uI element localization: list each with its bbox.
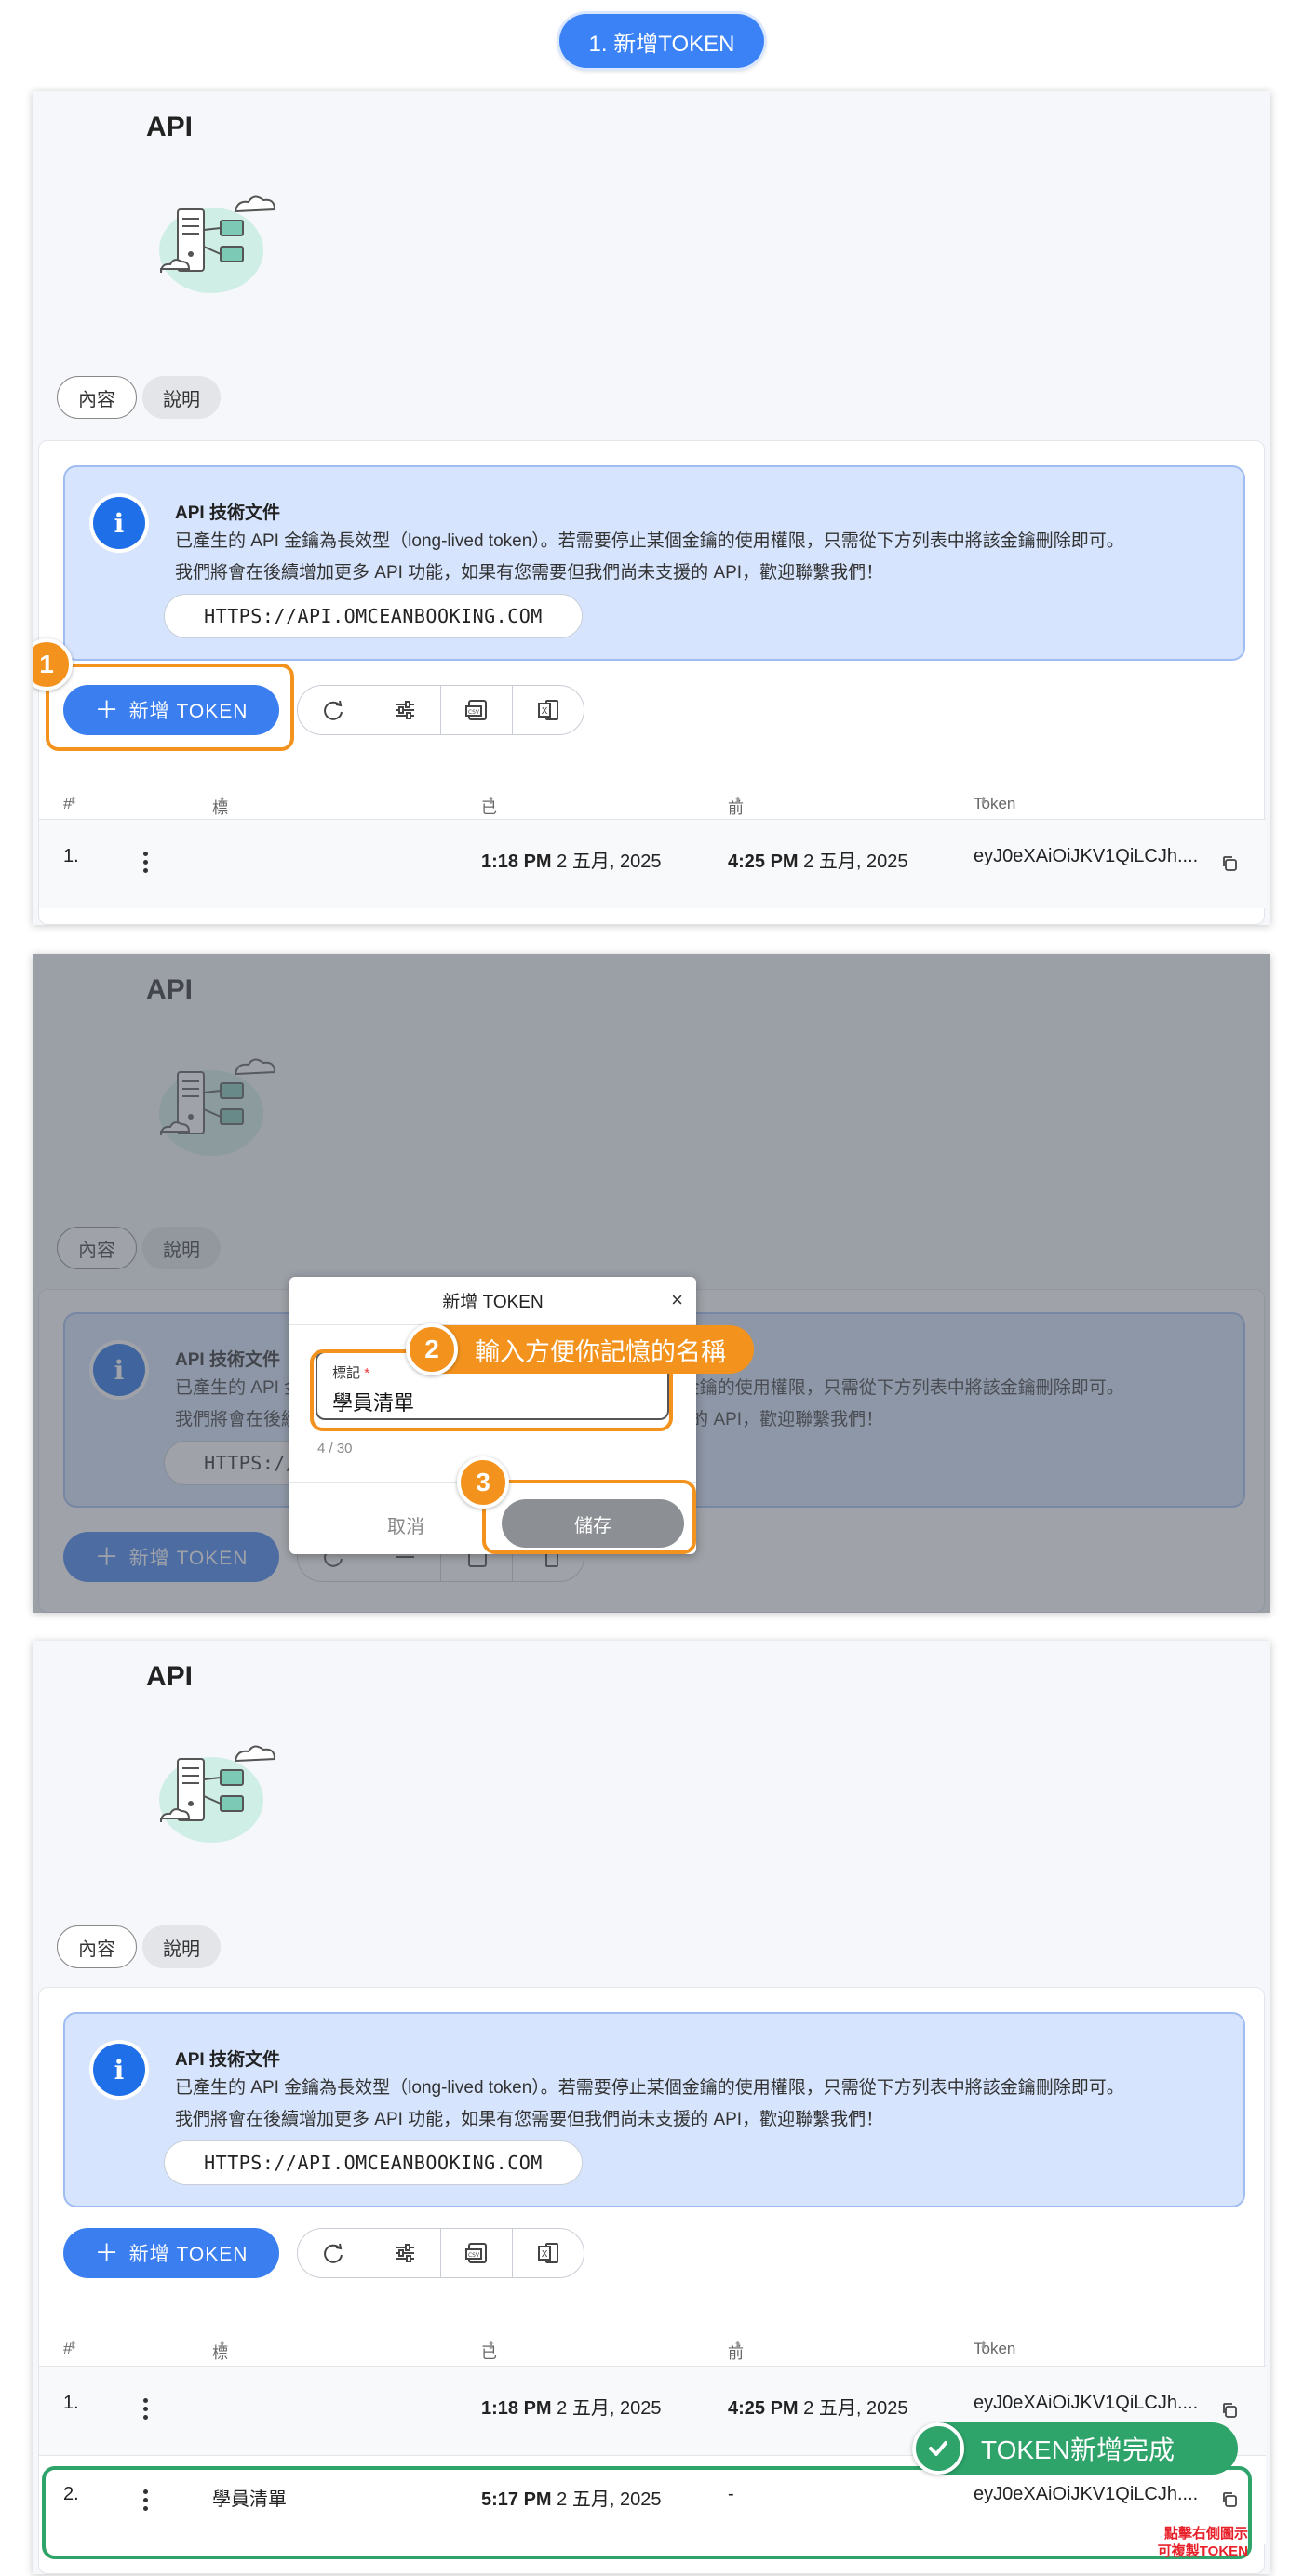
page-title: API: [146, 1661, 194, 1692]
copy-icon[interactable]: [1221, 2402, 1238, 2419]
tab-bar: 內容 說明: [57, 376, 221, 419]
close-icon[interactable]: ×: [671, 1288, 683, 1312]
page-title: API: [146, 112, 194, 142]
refresh-icon: [324, 700, 343, 720]
dialog-header: 新增 TOKEN ×: [289, 1277, 696, 1325]
info-text-line-1: 已產生的 API 金鑰為長效型（long-lived token）。若需要停止某…: [175, 2078, 1124, 2098]
info-text-line-1: 已產生的 API 金鑰為長效型（long-lived token）。若需要停止某…: [175, 531, 1124, 551]
token-created-text: TOKEN新增完成: [981, 2435, 1175, 2464]
row-num: 1.: [63, 2393, 79, 2413]
row-menu-icon[interactable]: [143, 852, 149, 877]
step-1-badge: 1: [33, 638, 73, 691]
toolbar-group: CSV X: [297, 2228, 584, 2278]
svg-text:CSV: CSV: [468, 709, 480, 716]
step-2-text: 輸入方便你記憶的名稱: [475, 1337, 726, 1366]
token-created-callout: TOKEN新增完成: [912, 2422, 1238, 2475]
row-last-used: 4:25 PM 2 五月, 2025: [728, 852, 908, 872]
excel-export-icon: X: [538, 2243, 558, 2263]
panel-step-2: API 內容 說明 i API 技術文件 已產生的 API 金鑰為長效型（lon…: [33, 954, 1270, 1613]
info-icon: i: [93, 2044, 145, 2096]
api-server-illustration: [159, 195, 276, 293]
step-2-badge: 2: [406, 1323, 458, 1375]
plus-icon: ＋: [94, 2239, 120, 2267]
copy-hint-note: 點擊右側圖示 可複製TOKEN: [1157, 2526, 1248, 2559]
csv-export-button[interactable]: CSV: [440, 2229, 512, 2277]
step-3-highlight: [482, 1480, 696, 1554]
copy-icon[interactable]: [1221, 855, 1238, 872]
step-title-pill: 1. 新增TOKEN: [559, 14, 764, 68]
add-token-label: 新增 TOKEN: [128, 2244, 249, 2265]
table-row: 1. 1:18 PM 2 五月, 2025 4:25 PM 2 五月, 2025…: [39, 819, 1266, 908]
add-token-button[interactable]: ＋ 新增 TOKEN: [63, 2228, 279, 2278]
row-created: 1:18 PM 2 五月, 2025: [481, 852, 662, 872]
panel-step-1: API 內容 說明 i API 技術文件 已產生的 API 金鑰為長效型（lon…: [33, 91, 1270, 925]
csv-export-icon: CSV: [465, 700, 487, 720]
row-created: 1:18 PM 2 五月, 2025: [481, 2398, 662, 2419]
row-menu-icon[interactable]: [143, 2398, 149, 2423]
svg-text:CSV: CSV: [468, 2252, 480, 2259]
check-icon: [912, 2422, 964, 2475]
info-box: i API 技術文件 已產生的 API 金鑰為長效型（long-lived to…: [63, 465, 1245, 661]
filter-button[interactable]: [369, 2229, 440, 2277]
excel-export-button[interactable]: X: [512, 2229, 584, 2277]
svg-text:X: X: [542, 2249, 548, 2260]
panel-step-3: API 內容 說明 i API 技術文件 已產生的 API 金鑰為長效型（lon…: [33, 1641, 1270, 2574]
toolbar-group: CSV X: [297, 685, 584, 735]
info-text-line-2: 我們將會在後續增加更多 API 功能，如果有您需要但我們尚未支援的 API，歡迎…: [175, 2110, 884, 2129]
api-url-button[interactable]: HTTPS://API.OMCEANBOOKING.COM: [164, 594, 583, 638]
csv-export-button[interactable]: CSV: [440, 686, 512, 734]
csv-export-icon: CSV: [465, 2243, 487, 2263]
tab-help[interactable]: 說明: [142, 376, 221, 419]
info-title: API 技術文件: [175, 503, 280, 523]
cancel-button[interactable]: 取消: [345, 1501, 466, 1548]
row-token: eyJ0eXAiOiJKV1QiLCJh....: [974, 2393, 1199, 2413]
excel-export-icon: X: [538, 700, 558, 720]
step-2-callout: 2 輸入方便你記憶的名稱: [406, 1323, 754, 1375]
tab-bar: 內容 說明: [57, 1925, 221, 1968]
excel-export-button[interactable]: X: [512, 686, 584, 734]
dialog-title: 新增 TOKEN: [442, 1293, 544, 1312]
sliders-icon: [396, 701, 414, 719]
tab-content[interactable]: 內容: [57, 1925, 137, 1968]
table-header: #⬍ 標記⬍ 已建立⬍ 前次使用⬍ Token⬍: [63, 795, 1016, 887]
refresh-icon: [324, 2243, 343, 2263]
info-icon: i: [93, 497, 145, 549]
char-counter: 4 / 30: [317, 1441, 353, 1456]
refresh-button[interactable]: [298, 686, 369, 734]
sliders-icon: [396, 2244, 414, 2262]
refresh-button[interactable]: [298, 2229, 369, 2277]
new-token-highlight: [42, 2466, 1252, 2559]
api-server-illustration: [159, 1745, 276, 1843]
info-box: i API 技術文件 已產生的 API 金鑰為長效型（long-lived to…: [63, 2012, 1245, 2207]
tab-help[interactable]: 說明: [142, 1925, 221, 1968]
svg-text:X: X: [542, 706, 548, 717]
filter-button[interactable]: [369, 686, 440, 734]
tab-content[interactable]: 內容: [57, 376, 137, 419]
table-header: #⬍ 標記⬍ 已建立⬍ 前次使用⬍ Token⬍: [63, 2340, 1016, 2432]
row-last-used: 4:25 PM 2 五月, 2025: [728, 2398, 908, 2419]
info-title: API 技術文件: [175, 2050, 280, 2070]
row-num: 1.: [63, 846, 79, 866]
info-text-line-2: 我們將會在後續增加更多 API 功能，如果有您需要但我們尚未支援的 API，歡迎…: [175, 563, 884, 583]
step-1-highlight: [46, 664, 294, 751]
step-3-badge: 3: [457, 1456, 509, 1509]
api-url-button[interactable]: HTTPS://API.OMCEANBOOKING.COM: [164, 2140, 583, 2185]
row-token: eyJ0eXAiOiJKV1QiLCJh....: [974, 846, 1199, 866]
